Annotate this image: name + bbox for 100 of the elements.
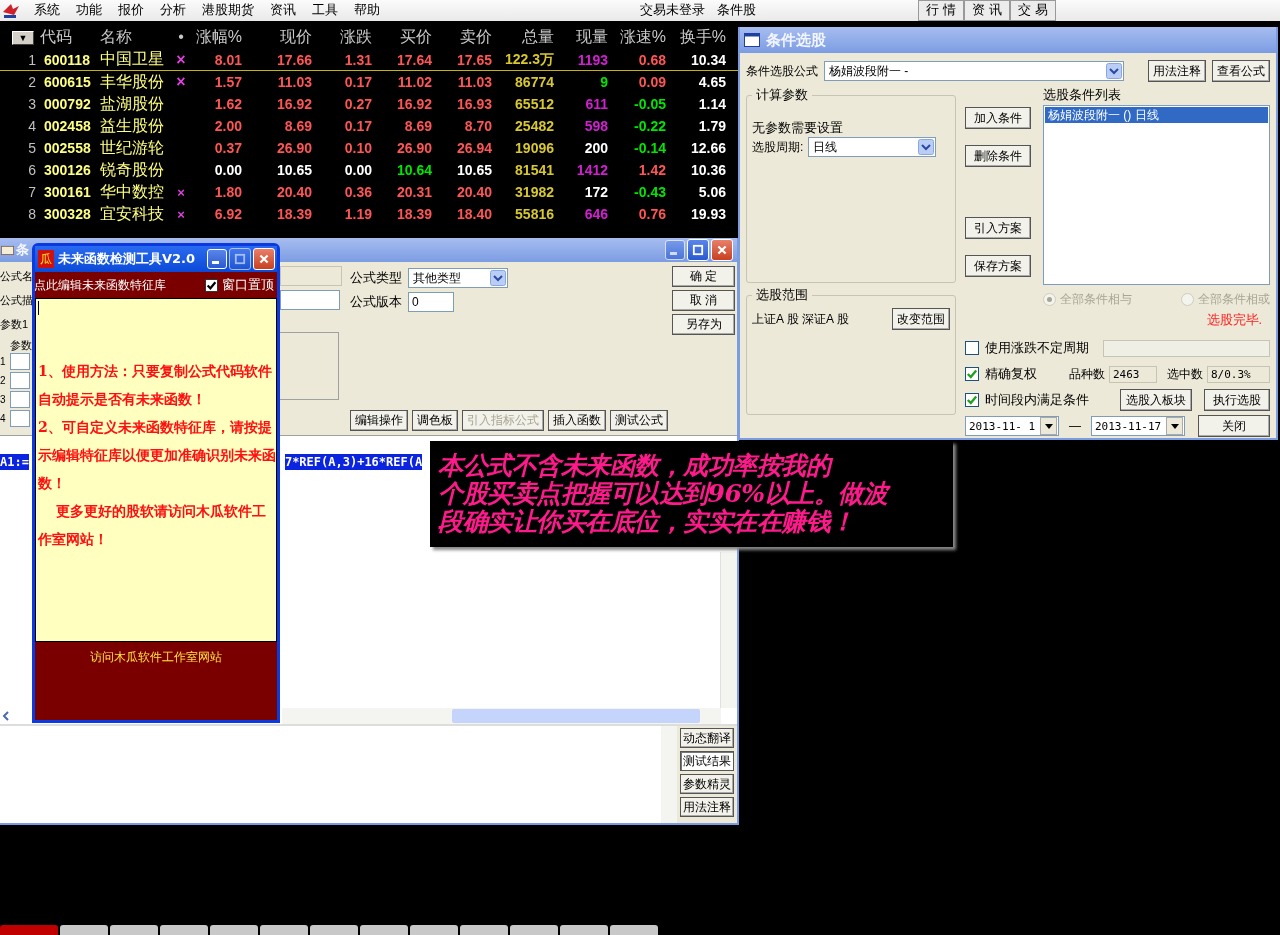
table-cell: 26.90	[276, 140, 312, 156]
tab-button[interactable]: 测试结果	[680, 751, 734, 771]
edit-link[interactable]: 点此编辑未来函数特征库	[34, 276, 166, 294]
toolbar-button[interactable]: 编辑操作	[350, 410, 408, 431]
scrollbar[interactable]	[282, 708, 721, 724]
checkbox[interactable]	[965, 367, 979, 381]
group-title: 计算参数	[755, 87, 809, 104]
param-field[interactable]	[10, 410, 30, 427]
maximize-button[interactable]	[229, 248, 251, 270]
dialog-button[interactable]: 执行选股	[1204, 389, 1270, 411]
status-label: 交易未登录	[640, 2, 705, 19]
dialog-button[interactable]: 引入方案	[965, 217, 1031, 239]
toolbar-button[interactable]: 测试公式	[610, 410, 668, 431]
table-cell: 1.14	[698, 96, 726, 112]
menu-item[interactable]: 帮助	[354, 2, 380, 19]
description-field[interactable]	[280, 290, 340, 310]
tab-button[interactable]: 动态翻译	[680, 728, 734, 748]
stock-code: 600118	[44, 51, 90, 68]
tab-button[interactable]: 用法注释	[680, 797, 734, 817]
table-cell: 20.40	[456, 184, 492, 200]
scrollbar[interactable]	[720, 552, 737, 708]
window-title: 条	[16, 241, 29, 259]
field-label: 公式描	[0, 293, 34, 308]
param-field[interactable]	[10, 391, 30, 408]
period-field[interactable]	[1103, 339, 1270, 357]
checkbox[interactable]	[965, 393, 979, 407]
dialog-button[interactable]: 取 消	[672, 290, 735, 311]
toolbar-button[interactable]: 交 易	[1010, 0, 1056, 21]
column-header[interactable]: 涨速%	[608, 26, 666, 48]
website-link[interactable]: 访问木瓜软件工作室网站	[90, 650, 222, 664]
type-select[interactable]: 其他类型	[408, 268, 508, 288]
minimize-button[interactable]	[207, 249, 227, 269]
dialog-button[interactable]: 改变范围	[892, 308, 950, 330]
text-area[interactable]: 1、使用方法：只要复制公式代码软件自动提示是否有未来函数！ 2、可自定义未来函数特征库，请按提示编辑特征库以便更加准确识别未来函数！ 更多更好的股软请访问木瓜软件工作室网站！	[35, 298, 277, 642]
close-button[interactable]	[711, 239, 733, 261]
column-header[interactable]: 名称	[100, 26, 172, 48]
version-field[interactable]: 0	[408, 292, 454, 312]
table-cell: -0.05	[634, 96, 666, 112]
column-header[interactable]: 总量	[492, 26, 554, 48]
name-field[interactable]	[280, 266, 342, 286]
column-header[interactable]: 现价	[242, 26, 312, 48]
close-button[interactable]: 关闭	[1198, 415, 1270, 437]
scroll-left-icon[interactable]	[1, 709, 11, 723]
stock-code: 300126	[44, 162, 91, 178]
dialog-button[interactable]: 查看公式	[1212, 60, 1270, 82]
table-cell: 2.00	[214, 118, 242, 134]
dialog-button[interactable]: 删除条件	[965, 145, 1031, 167]
menu-item[interactable]: 工具	[312, 2, 338, 19]
column-header[interactable]: 换手%	[666, 26, 726, 48]
mark-symbol: ×	[177, 206, 185, 222]
formula-select[interactable]: 杨娟波段附一 -	[824, 61, 1124, 81]
column-header[interactable]: 买价	[372, 26, 432, 48]
toolbar-button[interactable]: 行 情	[918, 0, 964, 21]
table-cell: 86774	[515, 74, 554, 90]
table-cell: 122.3万	[504, 50, 554, 67]
dialog-button[interactable]: 用法注释	[1148, 60, 1206, 82]
stock-name: 中国卫星	[100, 50, 164, 67]
toolbar-button[interactable]: 资 讯	[964, 0, 1010, 21]
dialog-button[interactable]: 确 定	[672, 266, 735, 287]
param-field[interactable]	[10, 353, 30, 370]
dialog-button[interactable]: 加入条件	[965, 107, 1031, 129]
dialog-button[interactable]: 选股入板块	[1120, 389, 1192, 411]
menu-item[interactable]: 港股期货	[202, 2, 254, 19]
menu-item[interactable]: 功能	[76, 2, 102, 19]
column-header[interactable]: 涨跌	[312, 26, 372, 48]
dialog-button[interactable]: 另存为	[672, 314, 735, 335]
menu-item[interactable]: 分析	[160, 2, 186, 19]
table-cell: 5.06	[698, 184, 726, 200]
list-item[interactable]: 杨娟波段附一 () 日线	[1045, 107, 1268, 123]
close-button[interactable]	[253, 248, 275, 270]
date-separator: —	[1069, 419, 1081, 433]
column-header[interactable]: •	[172, 28, 190, 46]
table-cell: 172	[584, 184, 608, 200]
date-picker[interactable]: 2013-11-17	[1091, 416, 1185, 436]
date-picker[interactable]: 2013-11- 1	[965, 416, 1059, 436]
column-header[interactable]: 涨幅%	[190, 26, 242, 48]
column-header[interactable]: 代码	[40, 26, 100, 48]
table-cell: 26.90	[396, 140, 432, 156]
table-cell: 0.10	[344, 140, 372, 156]
menu-item[interactable]: 报价	[118, 2, 144, 19]
param-field[interactable]	[10, 372, 30, 389]
dropdown-arrow-icon	[1170, 423, 1179, 429]
stock-name: 盐湖股份	[100, 94, 164, 112]
minimize-button[interactable]	[665, 240, 685, 260]
tab-button[interactable]: 参数精灵	[680, 774, 734, 794]
column-header[interactable]: 现量	[554, 26, 608, 48]
dropdown-button[interactable]: ▼	[12, 30, 34, 45]
column-header[interactable]: 卖价	[432, 26, 492, 48]
maximize-button[interactable]	[687, 239, 709, 261]
menu-item[interactable]: 系统	[34, 2, 60, 19]
toolbar-button[interactable]: 调色板	[412, 410, 458, 431]
menu-item[interactable]: 资讯	[270, 2, 296, 19]
toolbar-button[interactable]: 插入函数	[548, 410, 606, 431]
checkbox[interactable]	[205, 278, 218, 292]
table-cell: 646	[584, 206, 608, 222]
checkbox[interactable]	[965, 341, 979, 355]
table-cell: 9	[600, 74, 608, 90]
group-title: 选股范围	[755, 287, 809, 304]
period-select[interactable]: 日线	[808, 137, 937, 157]
dialog-button[interactable]: 保存方案	[965, 255, 1031, 277]
